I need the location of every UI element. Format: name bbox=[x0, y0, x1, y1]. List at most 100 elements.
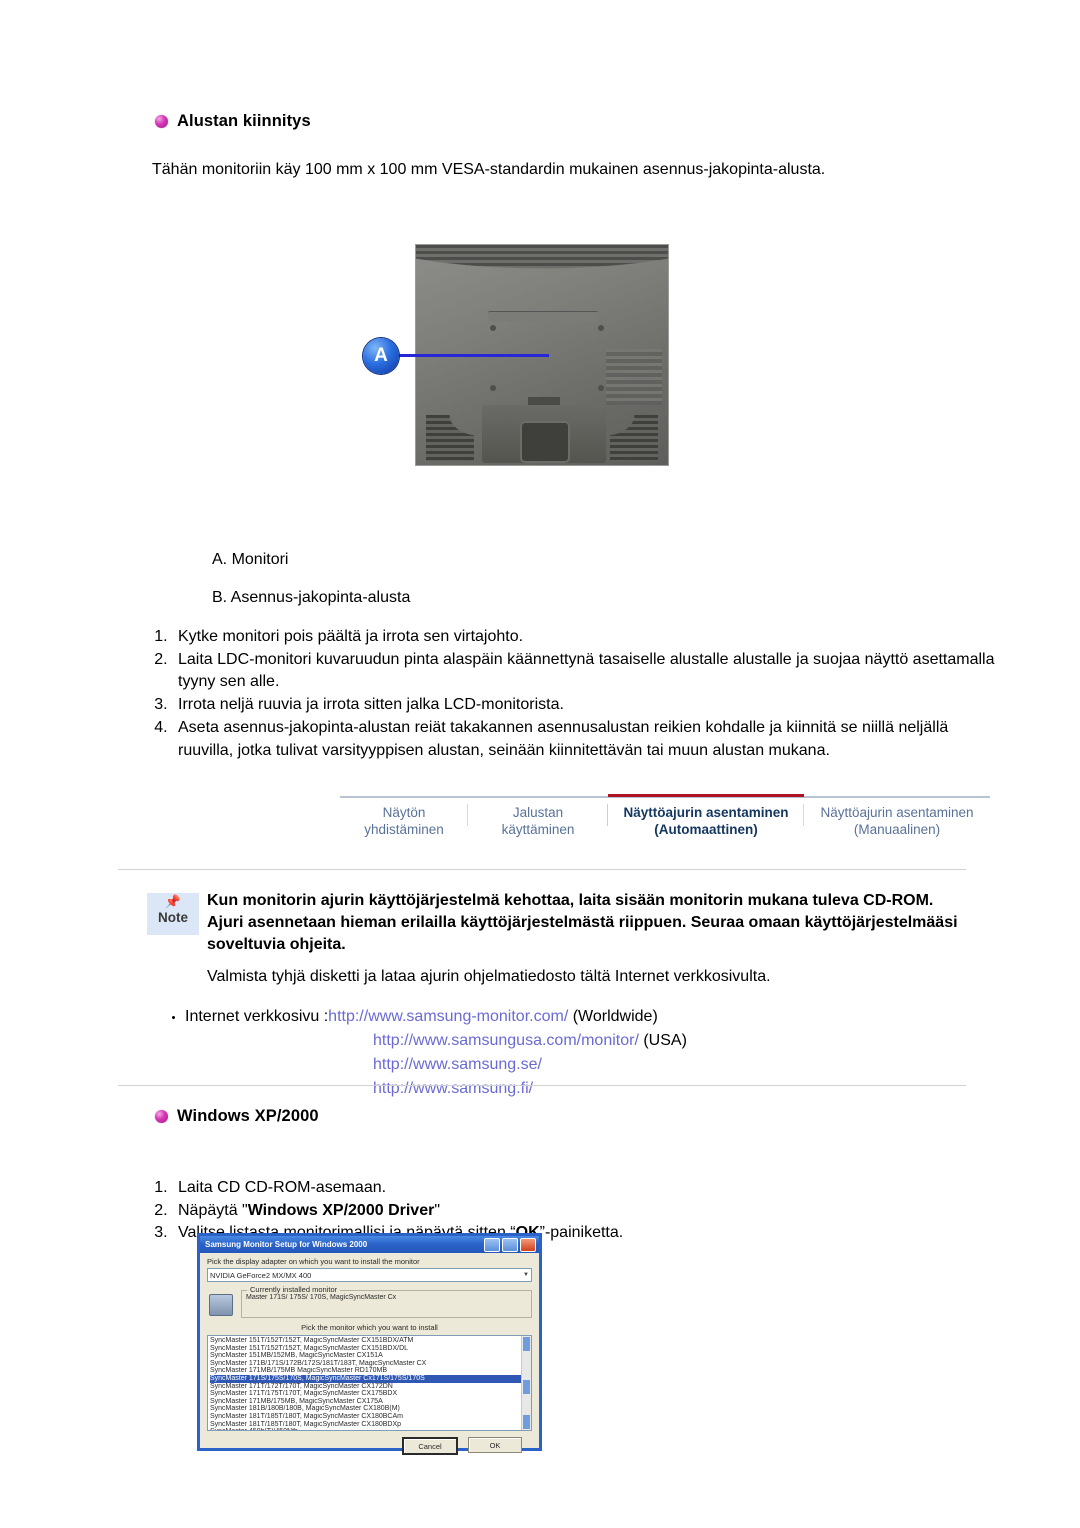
links-label: Internet verkkosivu : bbox=[185, 1008, 329, 1025]
vesa-screw-hole bbox=[490, 385, 496, 391]
link-se[interactable]: http://www.samsung.se/ bbox=[373, 1056, 542, 1073]
ok-button[interactable]: OK bbox=[468, 1437, 522, 1453]
list-item[interactable]: SyncMaster 171B/171S/172B/172S/181T/183T… bbox=[210, 1360, 529, 1368]
listbox-scrollbar[interactable] bbox=[521, 1336, 531, 1430]
chevron-down-icon[interactable]: ▼ bbox=[523, 1272, 529, 1278]
list-item: Irrota neljä ruuvia ja irrota sitten jal… bbox=[172, 694, 1002, 717]
list-item-selected[interactable]: SyncMaster 171S/175S/170S, MagicSyncMast… bbox=[210, 1374, 529, 1383]
current-monitor-group: Currently installed monitor Master 171S/… bbox=[241, 1285, 532, 1318]
callout-leader-line bbox=[397, 354, 549, 357]
list-item[interactable]: SyncMaster 181B/180B/180B, MagicSyncMast… bbox=[210, 1405, 529, 1413]
callout-badge-a: A bbox=[363, 338, 399, 374]
list-item: Laita CD CD-ROM-asemaan. bbox=[172, 1177, 872, 1200]
list-item[interactable]: SyncMaster 171MB/175MB, MagicSyncMaster … bbox=[210, 1398, 529, 1406]
tab-nayttoajurin-manuaalinen[interactable]: Näyttöajurin asentaminen (Manuaalinen) bbox=[803, 796, 990, 842]
link-fi[interactable]: http://www.samsung.fi/ bbox=[373, 1080, 533, 1097]
vesa-plate bbox=[488, 311, 598, 322]
vesa-screw-hole bbox=[490, 325, 496, 331]
section-title-winxp: Windows XP/2000 bbox=[177, 1107, 319, 1125]
monitor-bottom-vent-right bbox=[610, 415, 658, 461]
list-item[interactable]: SyncMaster 171T/172T/170T, MagicSyncMast… bbox=[210, 1383, 529, 1391]
note-sub-text: Valmista tyhjä disketti ja lataa ajurin … bbox=[207, 968, 771, 985]
tab-label-line2: (Automaattinen) bbox=[654, 821, 758, 837]
link-worldwide[interactable]: http://www.samsung-monitor.com/ bbox=[328, 1008, 568, 1025]
group-legend: Currently installed monitor bbox=[247, 1285, 341, 1294]
vesa-screw-hole bbox=[598, 325, 604, 331]
scroll-down-arrow[interactable] bbox=[523, 1415, 530, 1429]
tab-label-line1: Näytön bbox=[382, 805, 426, 820]
link-usa[interactable]: http://www.samsungusa.com/monitor/ bbox=[373, 1032, 639, 1049]
section-title-mount: Alustan kiinnitys bbox=[177, 112, 311, 130]
list-item[interactable]: SyncMaster 450b(T)/450Ntb bbox=[210, 1428, 529, 1430]
monitor-bottom-vent-left bbox=[426, 415, 474, 461]
section-tabs[interactable]: Näytön yhdistäminen Jalustan käyttäminen… bbox=[340, 794, 990, 842]
list-item[interactable]: SyncMaster 151T/152T/152T, MagicSyncMast… bbox=[210, 1337, 529, 1345]
bullet-dot-icon bbox=[155, 1110, 168, 1123]
window-controls[interactable] bbox=[484, 1237, 539, 1252]
tab-label-line2: käyttäminen bbox=[501, 821, 575, 837]
manual-page: Alustan kiinnitys Tähän monitoriin käy 1… bbox=[0, 0, 1080, 1528]
link-usa-tail: (USA) bbox=[638, 1032, 687, 1049]
adapter-value: NVIDIA GeForce2 MX/MX 400 bbox=[210, 1270, 312, 1280]
caption-a: A. Monitori bbox=[212, 551, 289, 568]
maximize-icon[interactable] bbox=[502, 1237, 518, 1252]
monitor-listbox[interactable]: SyncMaster 151T/152T/152T, MagicSyncMast… bbox=[207, 1335, 532, 1431]
tab-label-line2: yhdistäminen bbox=[364, 821, 444, 837]
mount-steps-list: Kytke monitori pois päältä ja irrota sen… bbox=[128, 626, 1002, 762]
list-item: Internet verkkosivu :http://www.samsung-… bbox=[185, 1005, 985, 1101]
monitor-stand-bracket bbox=[520, 421, 570, 463]
cancel-button[interactable]: Cancel bbox=[402, 1437, 458, 1455]
adapter-combobox[interactable]: NVIDIA GeForce2 MX/MX 400 ▼ bbox=[207, 1268, 532, 1282]
divider-below-links bbox=[118, 1085, 966, 1086]
tab-label-line2: (Manuaalinen) bbox=[853, 821, 941, 837]
vesa-screw-hole bbox=[598, 385, 604, 391]
list-item[interactable]: SyncMaster 151T/152T/152T, MagicSyncMast… bbox=[210, 1345, 529, 1353]
tab-label-line1: Näyttöajurin asentaminen bbox=[820, 805, 974, 820]
note-icon-label: Note bbox=[158, 910, 188, 925]
tab-nayttoajurin-automaattinen[interactable]: Näyttöajurin asentaminen (Automaattinen) bbox=[607, 794, 804, 842]
step-text-post: " bbox=[434, 1201, 440, 1219]
tab-label-line1: Näyttöajurin asentaminen bbox=[623, 805, 789, 820]
list-item[interactable]: SyncMaster 181T/185T/180T, MagicSyncMast… bbox=[210, 1421, 529, 1429]
scroll-thumb[interactable] bbox=[523, 1380, 530, 1394]
adapter-label: Pick the display adapter on which you wa… bbox=[207, 1257, 420, 1266]
windows-driver-setup-dialog[interactable]: Samsung Monitor Setup for Windows 2000 P… bbox=[197, 1233, 542, 1455]
pushpin-icon: 📌 bbox=[164, 894, 182, 909]
dialog-title: Samsung Monitor Setup for Windows 2000 bbox=[205, 1240, 368, 1249]
tab-naytonyhdistaminen[interactable]: Näytön yhdistäminen bbox=[340, 796, 468, 842]
note-bold-text: Kun monitorin ajurin käyttöjärjestelmä k… bbox=[207, 892, 958, 954]
note-icon: 📌 Note bbox=[147, 893, 199, 935]
list-item: Aseta asennus-jakopinta-alustan reiät ta… bbox=[172, 717, 1002, 762]
monitor-list-label: Pick the monitor which you want to insta… bbox=[301, 1323, 438, 1332]
monitor-icon bbox=[209, 1294, 233, 1316]
minimize-icon[interactable] bbox=[484, 1237, 500, 1252]
section-heading-mount: Alustan kiinnitys bbox=[155, 112, 311, 131]
monitor-rear-illustration: A bbox=[355, 236, 675, 484]
dialog-titlebar: Samsung Monitor Setup for Windows 2000 bbox=[200, 1236, 539, 1253]
link-fi-row: http://www.samsung.fi/ bbox=[373, 1077, 985, 1101]
mount-intro-text: Tähän monitoriin käy 100 mm x 100 mm VES… bbox=[152, 161, 826, 178]
monitor-top-vents bbox=[416, 245, 668, 291]
list-item: Laita LDC-monitori kuvaruudun pinta alas… bbox=[172, 649, 1002, 694]
bullet-dot-icon bbox=[155, 115, 168, 128]
dialog-body: Pick the display adapter on which you wa… bbox=[200, 1253, 539, 1455]
divider-above-note bbox=[118, 869, 966, 870]
list-item[interactable]: SyncMaster 171MB/175MB MagicSyncMaster R… bbox=[210, 1367, 529, 1375]
list-item[interactable]: SyncMaster 151MB/152MB, MagicSyncMaster … bbox=[210, 1352, 529, 1360]
list-item: Kytke monitori pois päältä ja irrota sen… bbox=[172, 626, 1002, 649]
step-text-post: ”-painiketta. bbox=[539, 1224, 624, 1242]
link-se-row: http://www.samsung.se/ bbox=[373, 1053, 985, 1077]
close-icon[interactable] bbox=[520, 1237, 536, 1252]
list-item[interactable]: SyncMaster 181T/185T/180T, MagicSyncMast… bbox=[210, 1413, 529, 1421]
list-item[interactable]: SyncMaster 171T/175T/170T, MagicSyncMast… bbox=[210, 1390, 529, 1398]
monitor-label-plate bbox=[606, 349, 662, 405]
step-bold: Windows XP/2000 Driver bbox=[247, 1201, 435, 1219]
link-worldwide-tail: (Worldwide) bbox=[568, 1008, 658, 1025]
internet-links-list: Internet verkkosivu :http://www.samsung-… bbox=[160, 1005, 985, 1101]
list-item: Näpäytä "Windows XP/2000 Driver" bbox=[172, 1200, 872, 1223]
dialog-button-row: Cancel OK bbox=[207, 1431, 532, 1455]
scroll-up-arrow[interactable] bbox=[523, 1337, 530, 1351]
step-text: Laita CD CD-ROM-asemaan. bbox=[178, 1179, 387, 1196]
section-heading-winxp: Windows XP/2000 bbox=[155, 1107, 319, 1126]
tab-jalustan-kayttaminen[interactable]: Jalustan käyttäminen bbox=[467, 796, 608, 842]
